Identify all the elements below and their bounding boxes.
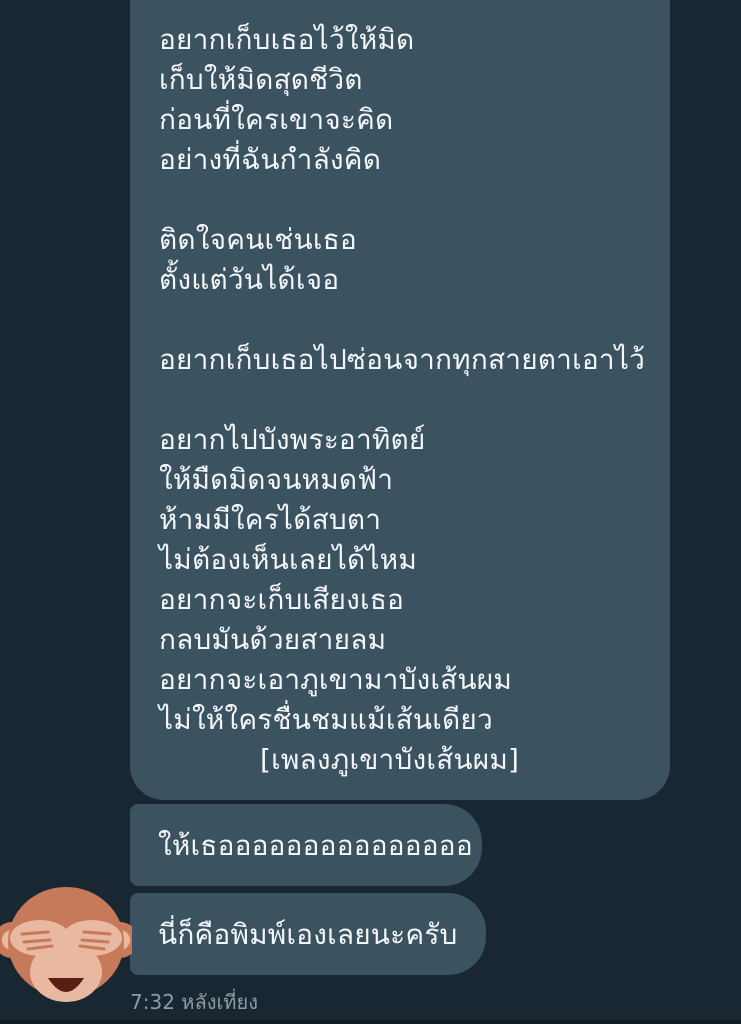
lyric-line: อยากไปบังพระอาทิตย์: [159, 423, 426, 456]
chat-window: อยากเก็บเธอไว้ให้มิด เก็บให้มิดสุดชีวิต …: [0, 0, 741, 1024]
lyric-blank-line: [159, 300, 660, 340]
message-bubble[interactable]: ให้เธอออออออออออออออ: [130, 804, 482, 886]
lyric-line: อย่างที่ฉันกำลังคิด: [159, 143, 382, 176]
lyric-line: ตั้งแต่วันได้เจอ: [159, 263, 340, 296]
message-text: นี่ก็คือพิมพ์เองเลยนะครับ: [158, 918, 458, 951]
lyric-line: อยากจะเก็บเสียงเธอ: [159, 583, 405, 616]
lyric-blank-line: [159, 180, 660, 220]
avatar[interactable]: [0, 882, 138, 1018]
lyric-line: เก็บให้มิดสุดชีวิต: [159, 63, 363, 96]
bottom-bar: [0, 1020, 741, 1024]
lyric-line: กลบมันด้วยสายลม: [159, 623, 387, 656]
lyric-line: อยากจะเอาภูเขามาบังเส้นผม: [159, 663, 513, 696]
lyric-line: ไม่ต้องเห็นเลยได้ไหม: [159, 543, 417, 576]
message-text: ให้เธอออออออออออออออ: [158, 829, 473, 862]
lyric-line: ติดใจคนเช่นเธอ: [159, 223, 357, 256]
lyric-credit: [เพลงภูเขาบังเส้นผม]: [260, 743, 520, 776]
message-bubble[interactable]: นี่ก็คือพิมพ์เองเลยนะครับ: [130, 893, 486, 975]
message-timestamp: 7:32 หลังเที่ยง: [130, 990, 258, 1014]
lyric-line: ให้มืดมิดจนหมดฟ้า: [159, 463, 394, 496]
lyric-line: ไม่ให้ใครชื่นชมแม้เส้นเดียว: [159, 703, 493, 736]
lyric-line: อยากเก็บเธอไว้ให้มิด: [159, 23, 415, 56]
lyric-line: อยากเก็บเธอไปซ่อนจากทุกสายตาเอาไว้: [159, 343, 646, 376]
lyric-line: ห้ามมีใครได้สบตา: [159, 503, 382, 536]
see-no-evil-monkey-icon: [0, 887, 138, 1002]
lyric-blank-line: [159, 380, 660, 420]
lyric-line: ก่อนที่ใครเขาจะคิด: [159, 103, 394, 136]
message-bubble-lyrics[interactable]: อยากเก็บเธอไว้ให้มิด เก็บให้มิดสุดชีวิต …: [130, 0, 670, 800]
